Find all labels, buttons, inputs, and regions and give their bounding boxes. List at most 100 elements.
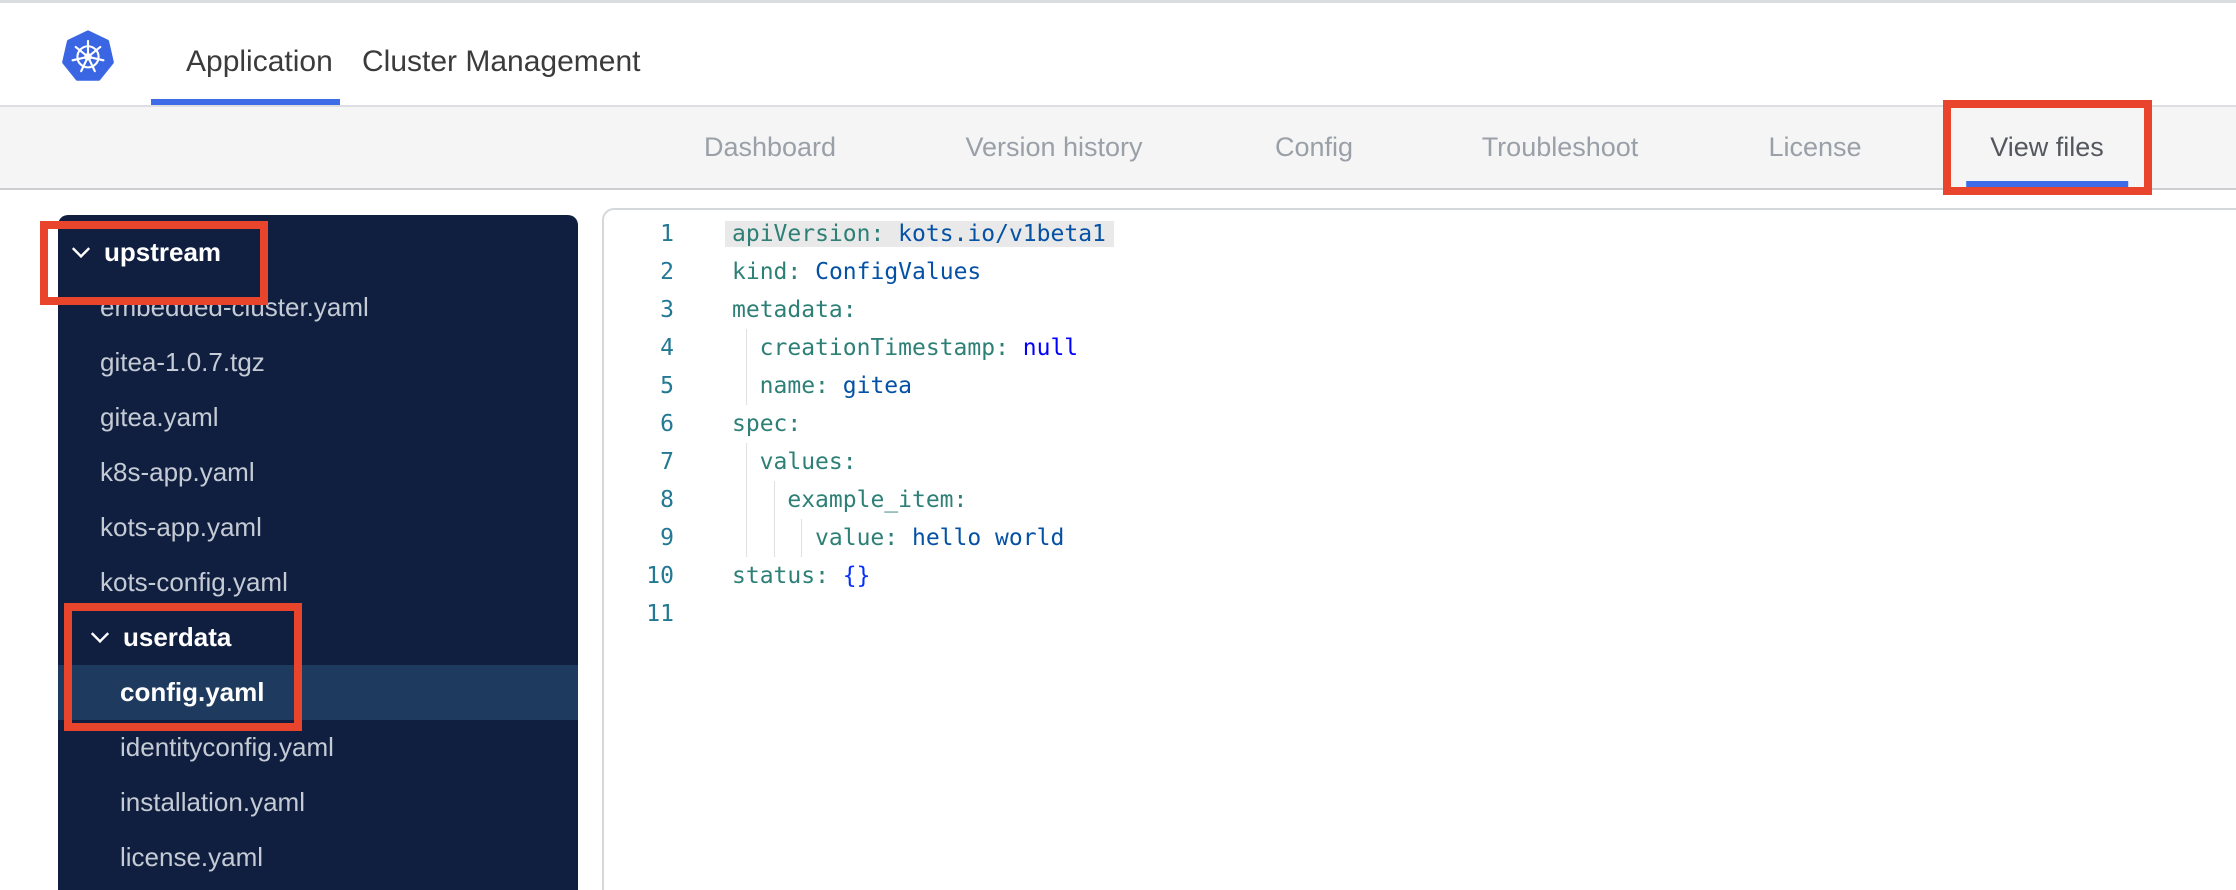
token-kw: null xyxy=(1008,335,1079,361)
kots-admin-console: Application Cluster Management Dashboard… xyxy=(0,0,2236,890)
code-text: status: {} xyxy=(732,557,870,595)
line-number: 11 xyxy=(646,601,674,627)
code-text: spec: xyxy=(732,405,801,443)
code-line: 8 example_item: xyxy=(604,481,2236,519)
token-key: creationTimestamp: xyxy=(759,335,1009,361)
tree-file-identityconfig-yaml[interactable]: identityconfig.yaml xyxy=(58,720,578,775)
subnav-item-label: License xyxy=(1768,132,1862,162)
indent-guide xyxy=(773,481,775,519)
token-key: metadata: xyxy=(732,297,857,323)
yaml-file-viewer[interactable]: 1 apiVersion: kots.io/v1beta1 2 kind: Confi… xyxy=(602,208,2236,890)
token-key: example_item: xyxy=(787,487,968,513)
token-brk: {} xyxy=(828,563,871,589)
indent-guide xyxy=(801,519,803,557)
code-tokens: status: {} xyxy=(732,563,870,589)
tree-item-label: identityconfig.yaml xyxy=(120,732,334,762)
tree-item-label: upstream xyxy=(104,237,222,267)
line-number: 8 xyxy=(660,487,674,513)
code-line: 11 xyxy=(604,595,2236,633)
code-tokens: values: xyxy=(760,449,857,475)
code-text: apiVersion: kots.io/v1beta1 xyxy=(732,215,1106,253)
code-text: example_item: xyxy=(732,481,967,519)
code-text: kind: ConfigValues xyxy=(732,253,981,291)
app-subnav: Dashboard Version history Config Troublesho… xyxy=(0,107,2236,190)
indent-guide xyxy=(745,443,747,481)
code-line: 4 creationTimestamp: null xyxy=(604,329,2236,367)
tree-file-license-yaml[interactable]: license.yaml xyxy=(58,830,578,885)
code-line: 1 apiVersion: kots.io/v1beta1 xyxy=(604,215,2236,253)
line-number: 3 xyxy=(660,297,674,323)
tree-folder-userdata[interactable]: userdata xyxy=(58,610,578,665)
code-tokens: name: gitea xyxy=(760,373,912,399)
active-subnav-underline xyxy=(1966,181,2128,187)
code-tokens: creationTimestamp: null xyxy=(760,335,1079,361)
code-line: 5 name: gitea xyxy=(604,367,2236,405)
subnav-item-view-files[interactable]: View files xyxy=(1966,107,2128,188)
indent-guide xyxy=(745,329,747,367)
subnav-item-label: Config xyxy=(1274,132,1354,162)
subnav-item-config[interactable]: Config xyxy=(1275,107,1353,188)
token-str: ConfigValues xyxy=(801,259,982,285)
tree-item-label: gitea-1.0.7.tgz xyxy=(100,347,265,377)
current-line-highlight: apiVersion: kots.io/v1beta1 xyxy=(732,221,1106,247)
tree-file-gitea-yaml[interactable]: gitea.yaml xyxy=(58,390,578,445)
subnav-item-dashboard[interactable]: Dashboard xyxy=(704,107,836,188)
token-key: status: xyxy=(732,563,829,589)
tree-file-gitea-tgz[interactable]: gitea-1.0.7.tgz xyxy=(58,335,578,390)
code-line: 3 metadata: xyxy=(604,291,2236,329)
token-str: gitea xyxy=(828,373,913,399)
kubernetes-logo-icon xyxy=(62,30,114,81)
subnav-item-label: View files xyxy=(1990,132,2104,162)
code-line: 10 status: {} xyxy=(604,557,2236,595)
active-header-tab-underline xyxy=(151,99,340,105)
indent-guide xyxy=(745,519,747,557)
tab-application[interactable]: Application xyxy=(186,45,333,79)
subnav-item-license[interactable]: License xyxy=(1768,107,1861,188)
tree-file-installation-yaml[interactable]: installation.yaml xyxy=(58,775,578,830)
code-text: metadata: xyxy=(732,291,857,329)
token-key: value: xyxy=(815,525,899,551)
token-key: apiVersion: xyxy=(732,221,885,247)
token-str: kots.io/v1beta1 xyxy=(884,221,1106,247)
tree-file-kots-app-yaml[interactable]: kots-app.yaml xyxy=(58,500,578,555)
subnav-item-label: Troubleshoot xyxy=(1481,132,1639,162)
line-number: 7 xyxy=(660,449,674,475)
line-number: 4 xyxy=(660,335,674,361)
code-tokens: spec: xyxy=(732,411,801,437)
code-line: 7 values: xyxy=(604,443,2236,481)
code-tokens: value: hello world xyxy=(815,525,1064,551)
tree-item-label: k8s-app.yaml xyxy=(100,457,255,487)
tree-file-k8s-app-yaml[interactable]: k8s-app.yaml xyxy=(58,445,578,500)
tree-file-kots-config-yaml[interactable]: kots-config.yaml xyxy=(58,555,578,610)
tree-item-label: installation.yaml xyxy=(120,787,305,817)
code-tokens: example_item: xyxy=(787,487,967,513)
code-text: creationTimestamp: null xyxy=(732,329,1079,367)
token-key: spec: xyxy=(732,411,802,437)
tree-item-label: embedded-cluster.yaml xyxy=(100,292,369,322)
file-tree-sidebar: upstream embedded-cluster.yaml gitea-1.0.7… xyxy=(58,215,578,890)
indent-guide xyxy=(745,367,747,405)
token-key: name: xyxy=(759,373,829,399)
code-tokens: kind: ConfigValues xyxy=(732,259,981,285)
tree-item-label: gitea.yaml xyxy=(100,402,219,432)
line-number: 10 xyxy=(646,563,674,589)
code-text: value: hello world xyxy=(732,519,1064,557)
tree-file-embedded-cluster[interactable]: embedded-cluster.yaml xyxy=(58,280,578,335)
line-number: 1 xyxy=(660,221,674,247)
code-text: name: gitea xyxy=(732,367,912,405)
token-key: values: xyxy=(759,449,857,475)
tree-file-config-yaml[interactable]: config.yaml xyxy=(58,665,578,720)
code-tokens: metadata: xyxy=(732,297,857,323)
token-key: kind: xyxy=(732,259,802,285)
indent-guide xyxy=(773,519,775,557)
tree-item-label: license.yaml xyxy=(120,842,264,872)
tab-cluster-management[interactable]: Cluster Management xyxy=(362,45,640,79)
top-header: Application Cluster Management xyxy=(0,3,2236,107)
tree-folder-upstream[interactable]: upstream xyxy=(58,225,578,280)
line-number: 6 xyxy=(660,411,674,437)
indent-guide xyxy=(745,481,747,519)
code-line: 6 spec: xyxy=(604,405,2236,443)
line-number: 2 xyxy=(660,259,674,285)
subnav-item-troubleshoot[interactable]: Troubleshoot xyxy=(1482,107,1639,188)
subnav-item-version-history[interactable]: Version history xyxy=(965,107,1142,188)
